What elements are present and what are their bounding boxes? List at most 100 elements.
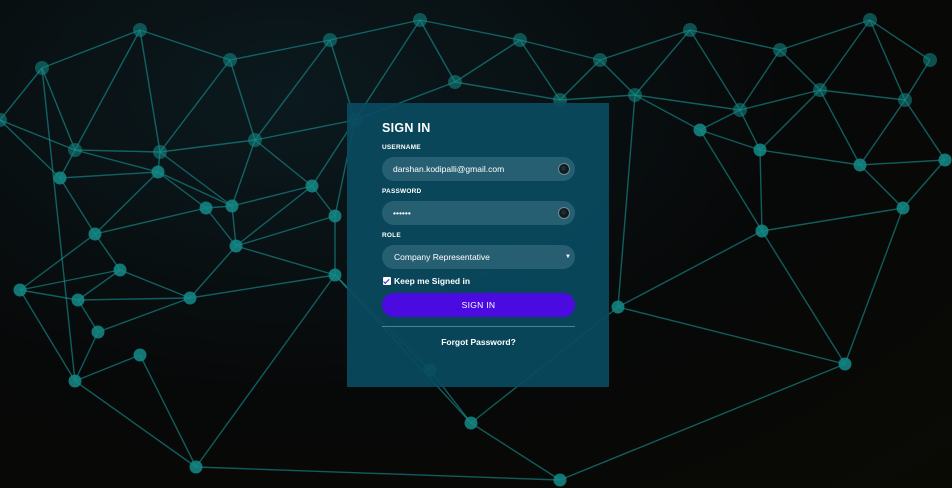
network-node [68,143,82,157]
network-edge [74,29,141,151]
keep-signed-in-checkbox[interactable] [383,277,391,285]
network-edge [454,39,521,83]
network-edge [819,89,906,101]
network-edge [229,39,331,61]
network-node [199,201,213,215]
login-title: SIGN IN [382,121,431,135]
username-label: USERNAME [382,144,421,151]
network-edge [205,207,237,247]
network-node [733,103,747,117]
network-edge [19,233,96,291]
network-edge [19,289,79,301]
network-edge [254,119,356,141]
password-value: •••••• [393,208,411,218]
login-card: SIGN IN USERNAME darshan.kodipalli@gmail… [347,103,609,387]
forgot-password-link[interactable]: Forgot Password? [382,337,575,347]
network-node [693,123,707,137]
network-node [53,171,67,185]
role-select[interactable]: Company Representative ▼ [382,245,575,269]
network-edge [97,297,191,333]
network-node [553,473,567,487]
network-node [464,416,478,430]
network-edge [159,59,231,153]
eye-toggle-icon[interactable] [558,163,570,175]
network-edge [617,230,763,308]
network-node [513,33,527,47]
username-input[interactable]: darshan.kodipalli@gmail.com [382,157,575,181]
network-node [448,75,462,89]
network-edge [761,207,904,232]
keep-signed-in-row[interactable]: Keep me Signed in [382,275,574,287]
network-node [328,209,342,223]
network-edge [139,354,197,468]
network-node [88,227,102,241]
network-edge [159,139,256,153]
divider [382,326,575,327]
network-edge [139,29,231,61]
network-node [593,53,607,67]
network-node [189,460,203,474]
network-node [68,374,82,388]
network-node [773,43,787,57]
network-edge [419,19,521,41]
network-edge [617,94,636,308]
network-edge [759,89,821,151]
network-edge [759,149,763,232]
network-node [223,53,237,67]
role-value: Company Representative [394,252,490,262]
network-edge [189,245,237,299]
network-edge [759,149,861,166]
network-edge [159,151,233,207]
eye-toggle-icon[interactable] [558,207,570,219]
network-edge [235,245,336,276]
network-node [113,263,127,277]
network-edge [904,59,931,101]
network-node [91,325,105,339]
network-edge [559,59,601,101]
network-edge [419,19,456,83]
network-edge [779,49,821,91]
network-edge [559,94,636,101]
network-node [229,239,243,253]
password-input[interactable]: •••••• [382,201,575,225]
network-edge [689,29,741,111]
role-label: ROLE [382,232,401,239]
network-edge [902,159,946,209]
network-node [838,357,852,371]
network-node [611,300,625,314]
network-edge [470,422,561,481]
network-edge [0,67,43,121]
network-node [896,201,910,215]
network-edge [139,29,161,153]
network-node [755,224,769,238]
network-edge [119,269,191,299]
network-edge [77,297,191,301]
sign-in-button[interactable]: SIGN IN [382,293,575,317]
network-edge [59,177,96,235]
network-node [225,199,239,213]
network-node [938,153,952,167]
network-edge [41,29,141,69]
network-node [151,165,165,179]
network-edge [195,274,336,468]
network-edge [904,99,946,161]
network-edge [819,19,871,91]
network-node [13,283,27,297]
network-node [683,23,697,37]
password-label: PASSWORD [382,188,422,195]
network-node [328,268,342,282]
keep-signed-in-label[interactable]: Keep me Signed in [394,276,470,286]
network-node [71,293,85,307]
network-node [248,133,262,147]
network-node [305,179,319,193]
network-edge [74,149,161,153]
network-node [323,33,337,47]
network-node [133,23,147,37]
network-edge [699,129,763,232]
network-edge [157,171,233,207]
network-node [35,61,49,75]
network-node [628,88,642,102]
network-edge [254,39,331,141]
network-edge [819,89,861,166]
network-node [863,13,877,27]
